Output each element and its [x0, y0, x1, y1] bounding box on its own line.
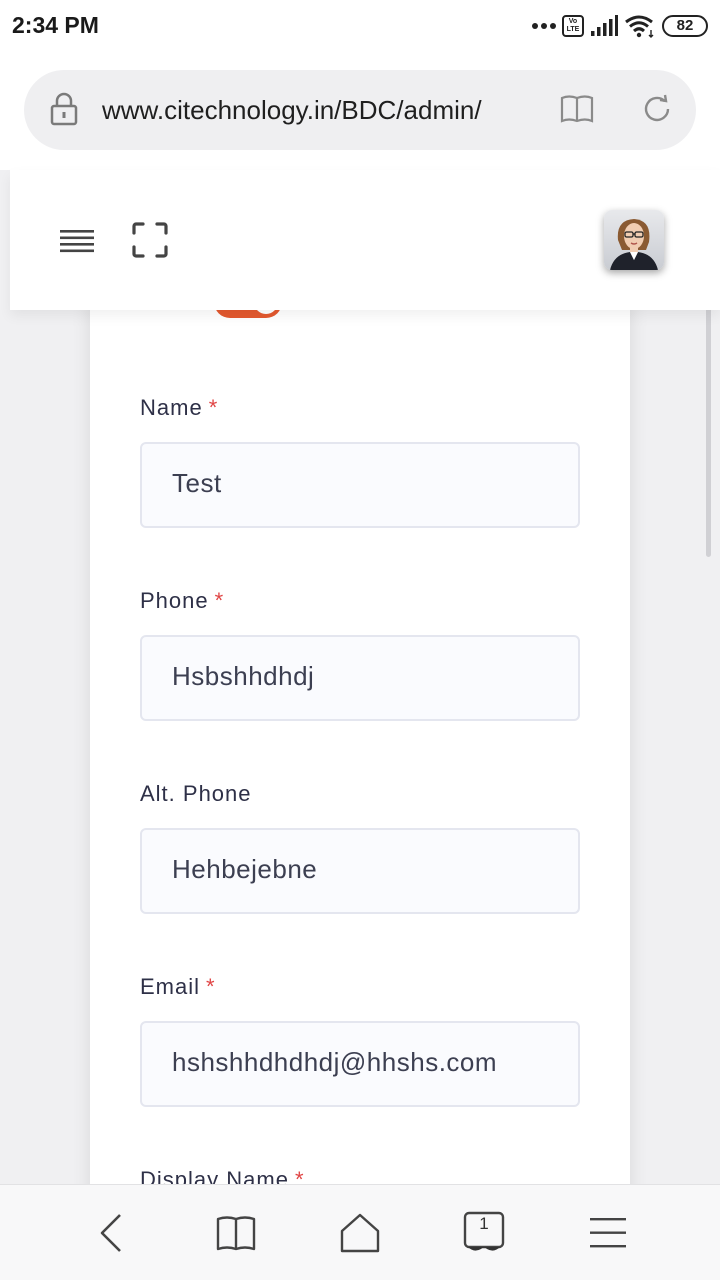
address-bar[interactable]: www.citechnology.in/BDC/admin/	[24, 70, 696, 150]
avatar-image	[604, 210, 664, 270]
phone-input-value: Hsbshhdhdj	[172, 661, 315, 691]
more-notifications-icon	[532, 23, 556, 29]
url-text[interactable]: www.citechnology.in/BDC/admin/	[102, 92, 522, 128]
lock-icon	[50, 92, 78, 126]
menu-icon[interactable]	[60, 226, 94, 256]
wifi-icon	[625, 15, 654, 38]
fullscreen-icon[interactable]	[132, 222, 168, 258]
signal-icon	[591, 15, 618, 36]
email-input-value: hshshhdhdhdj@hhshs.com	[172, 1047, 498, 1077]
tab-count: 1	[479, 1214, 489, 1233]
display-name-label-text: Display Name	[140, 1167, 289, 1184]
status-bar: 2:34 PM Vo LTE 82	[0, 0, 720, 52]
alt-phone-label: Alt. Phone	[140, 781, 252, 807]
volte-bottom-text: LTE	[566, 26, 580, 33]
required-mark: *	[294, 1167, 305, 1184]
email-label: Email *	[140, 974, 216, 1000]
email-input[interactable]: hshshhdhdhdj@hhshs.com	[140, 1021, 580, 1107]
app-header	[10, 170, 720, 310]
form-card: Name * Test Phone * Hsbshhdhdj Alt. Phone …	[90, 170, 630, 1184]
alt-phone-input[interactable]: Hehbejebne	[140, 828, 580, 914]
battery-indicator: 82	[662, 15, 708, 37]
email-label-text: Email	[140, 974, 201, 999]
home-icon[interactable]	[338, 1211, 382, 1255]
name-label: Name *	[140, 395, 218, 421]
browser-bottom-nav: 1	[0, 1184, 720, 1280]
name-label-text: Name	[140, 395, 203, 420]
browser-toolbar: www.citechnology.in/BDC/admin/	[0, 52, 720, 170]
phone-label: Phone *	[140, 588, 224, 614]
user-avatar[interactable]	[604, 210, 664, 270]
bookmarks-icon[interactable]	[214, 1211, 258, 1255]
volte-top-text: Vo	[568, 18, 578, 25]
menu-icon[interactable]	[586, 1211, 630, 1255]
alt-phone-label-text: Alt. Phone	[140, 781, 252, 806]
reload-icon[interactable]	[640, 92, 674, 126]
phone-label-text: Phone	[140, 588, 209, 613]
volte-icon: Vo LTE	[562, 15, 584, 37]
scrollbar[interactable]	[706, 302, 711, 557]
back-icon[interactable]	[90, 1211, 134, 1255]
reader-mode-icon[interactable]	[560, 94, 594, 124]
tabs-button[interactable]: 1	[462, 1211, 506, 1255]
display-name-label: Display Name *	[140, 1167, 305, 1184]
alt-phone-input-value: Hehbejebne	[172, 854, 318, 884]
page-content: Name * Test Phone * Hsbshhdhdj Alt. Phone …	[0, 170, 720, 1184]
name-input-value: Test	[172, 468, 222, 498]
required-mark: *	[214, 588, 225, 613]
required-mark: *	[208, 395, 219, 420]
required-mark: *	[206, 974, 216, 999]
name-input[interactable]: Test	[140, 442, 580, 528]
phone-input[interactable]: Hsbshhdhdj	[140, 635, 580, 721]
status-icons: Vo LTE 82	[532, 13, 708, 39]
status-time: 2:34 PM	[12, 12, 99, 38]
